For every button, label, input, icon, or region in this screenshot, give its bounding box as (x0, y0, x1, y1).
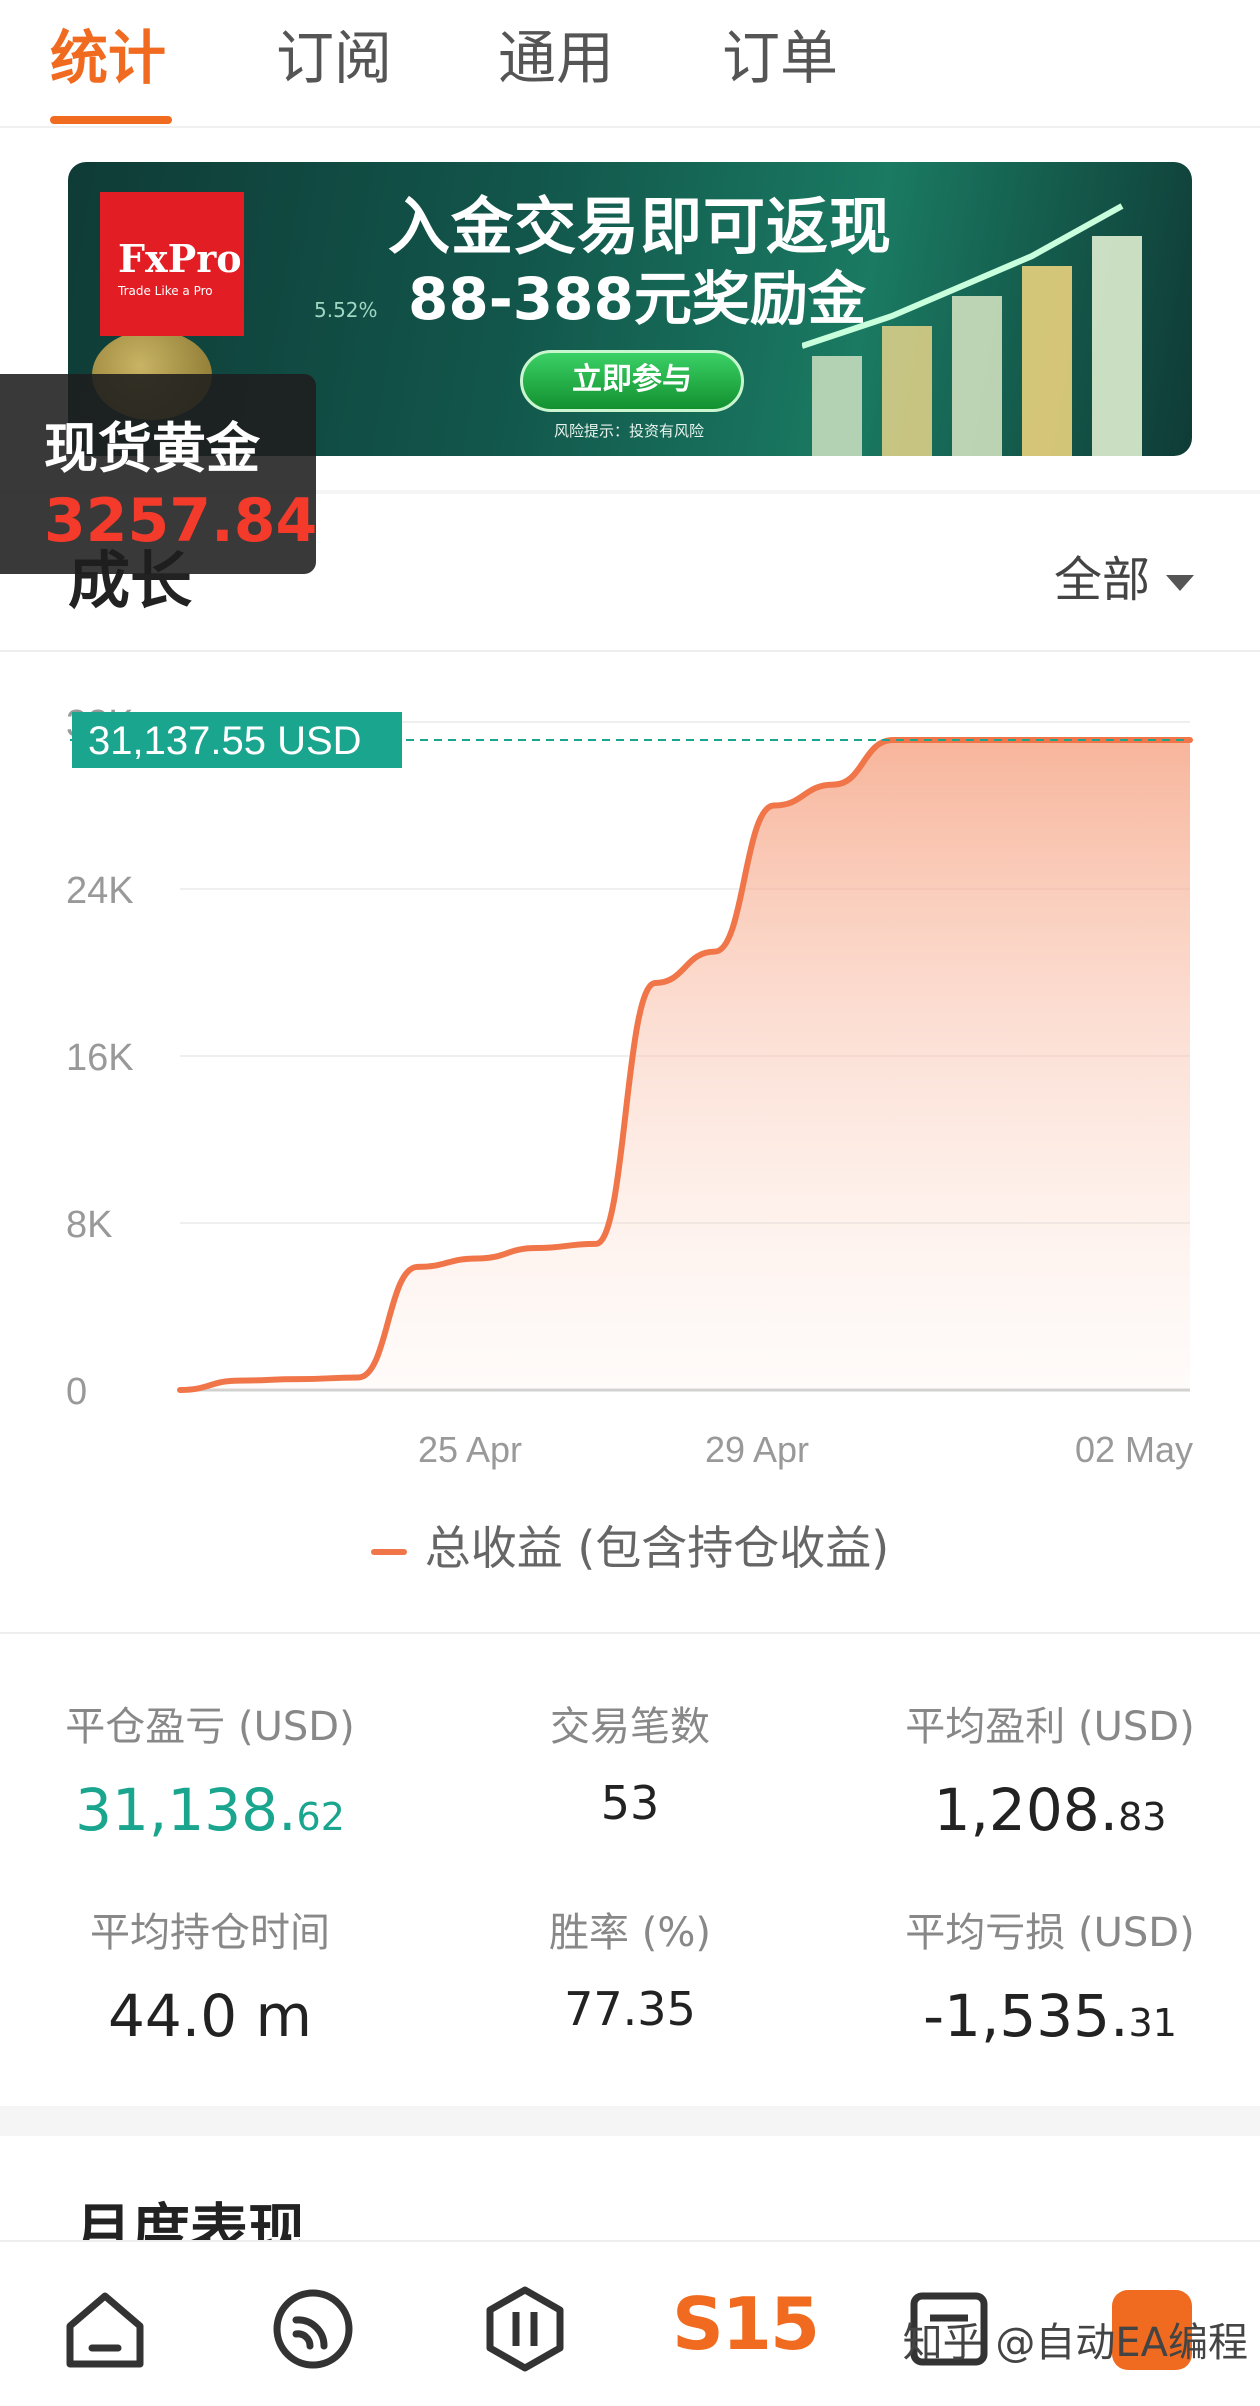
subscribe-icon[interactable] (268, 2284, 358, 2374)
stat-int: 31,138. (75, 1776, 297, 1844)
top-tabs: 统计 订阅 通用 订单 (0, 0, 1260, 128)
stat-label: 平仓盈亏 (USD) (65, 1704, 355, 1750)
stat-avg-profit: 平均盈利 (USD) 1,208.83 (840, 1694, 1260, 1844)
stat-avg-loss: 平均亏损 (USD) -1,535.31 (840, 1900, 1260, 2050)
stat-value: 53 (420, 1776, 840, 1830)
x-tick-label: 29 Apr (705, 1429, 809, 1470)
tab-orders[interactable]: 订单 (722, 22, 838, 94)
stat-dec: 62 (296, 1795, 345, 1839)
stat-label: 平均持仓时间 (90, 1910, 330, 1956)
x-tick-label: 25 Apr (418, 1429, 522, 1470)
stat-value: 77.35 (420, 1982, 840, 2036)
risk-notice: 风险提示：投资有风险 (554, 422, 705, 440)
stat-dec: 31 (1128, 2001, 1177, 2045)
gold-price-widget[interactable]: 现货黄金 3257.84 (0, 374, 318, 574)
logo-slogan: Trade Like a Pro (118, 284, 213, 298)
stat-value: 1,208.83 (840, 1776, 1260, 1844)
stat-value: -1,535.31 (840, 1982, 1260, 2050)
stat-value: 44.0 m (0, 1982, 420, 2050)
gold-name: 现货黄金 (44, 417, 260, 480)
watermark-text: 知乎 @自动EA编程 (902, 2320, 1248, 2366)
stat-trade-count: 交易笔数 53 (420, 1694, 840, 1830)
logo-brand: FxPro (118, 236, 242, 281)
tab-statistics[interactable]: 统计 (50, 22, 166, 94)
stat-avg-hold-time: 平均持仓时间 44.0 m (0, 1900, 420, 2050)
join-now-button[interactable]: 立即参与 (520, 350, 744, 412)
range-filter-dropdown[interactable]: 全部 (1054, 540, 1194, 610)
gold-price: 3257.84 (44, 486, 318, 556)
y-tick-label: 0 (66, 1371, 87, 1413)
caret-down-icon (1166, 575, 1194, 591)
banner-percentage: 5.52% (314, 298, 378, 322)
stat-value: 31,138.62 (0, 1776, 420, 1844)
stat-label: 平均亏损 (USD) (905, 1910, 1195, 1956)
range-filter-label: 全部 (1053, 552, 1150, 608)
x-tick-label: 02 May (1075, 1429, 1193, 1470)
y-tick-label: 24K (66, 870, 134, 912)
legend-swatch (370, 1548, 407, 1555)
stat-int: 77.35 (564, 1982, 696, 2036)
trade-icon[interactable] (480, 2284, 570, 2374)
growth-chart[interactable]: 08K16K24K32K 31,137.55 USD 25 Apr29 Apr0… (0, 652, 1260, 1502)
area-fill (180, 740, 1190, 1390)
banner-subline: 88-388元奖励金 (408, 265, 866, 333)
s15-logo[interactable]: S15 (672, 2282, 820, 2366)
active-tab-indicator (50, 116, 172, 124)
stat-label: 交易笔数 (550, 1704, 710, 1750)
stat-int: 1,208. (933, 1776, 1119, 1844)
current-value-label: 31,137.55 USD (88, 719, 362, 763)
stat-label: 胜率 (%) (549, 1910, 711, 1956)
tab-subscribe[interactable]: 订阅 (276, 22, 392, 94)
stat-dec: 83 (1118, 1795, 1167, 1839)
stat-int: 44.0 m (107, 1982, 313, 2050)
y-tick-label: 8K (66, 1204, 112, 1246)
y-tick-label: 16K (66, 1037, 134, 1079)
fxpro-logo: FxPro Trade Like a Pro (100, 192, 244, 336)
stat-label: 平均盈利 (USD) (905, 1704, 1195, 1750)
home-icon[interactable] (60, 2284, 150, 2374)
chart-legend[interactable]: 总收益 (包含持仓收益) (0, 1512, 1260, 1578)
stat-int: -1,535. (923, 1982, 1129, 2050)
bottom-navigation: S15 知乎 @自动EA编程 (0, 2240, 1260, 2406)
stat-closed-pnl: 平仓盈亏 (USD) 31,138.62 (0, 1694, 420, 1844)
stat-win-rate: 胜率 (%) 77.35 (420, 1900, 840, 2036)
monthly-performance-title: 月度表现 (74, 2197, 307, 2248)
section-divider (0, 2106, 1260, 2136)
legend-label: 总收益 (包含持仓收益) (424, 1521, 890, 1575)
stat-int: 53 (600, 1776, 660, 1830)
tab-general[interactable]: 通用 (498, 22, 614, 94)
stats-grid: 平仓盈亏 (USD) 31,138.62 交易笔数 53 平均盈利 (USD) … (0, 1632, 1260, 2102)
